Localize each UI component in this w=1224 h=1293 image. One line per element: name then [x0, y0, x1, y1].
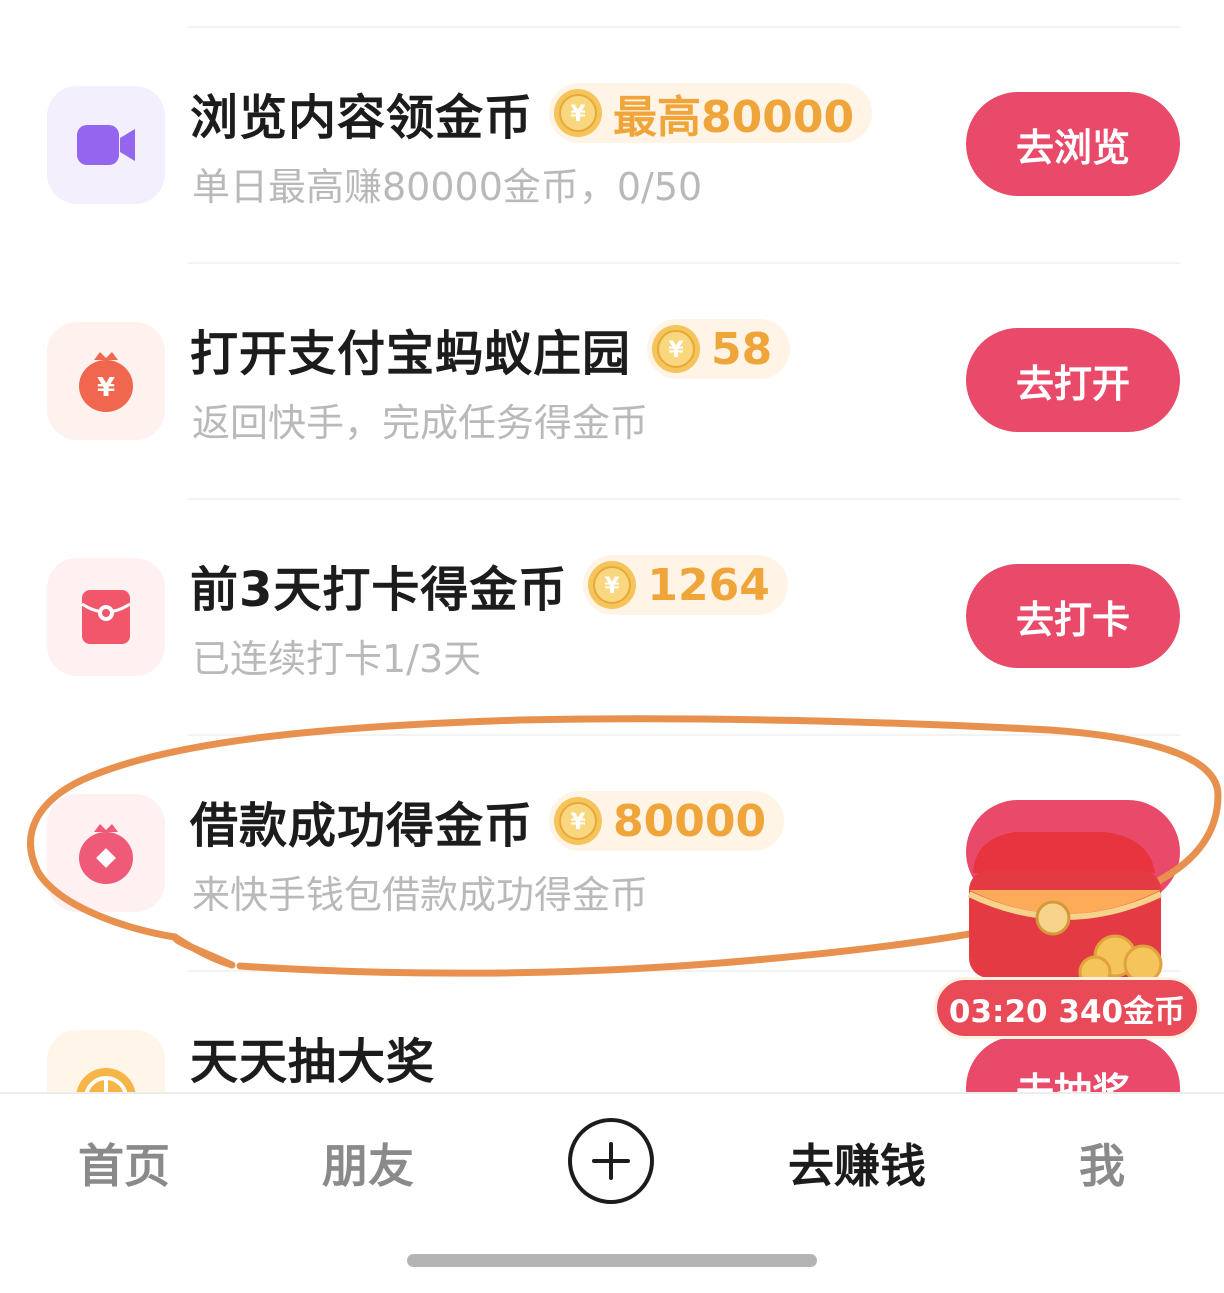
money-bag-icon: ¥: [47, 322, 165, 440]
task-description: 来快手钱包借款成功得金币: [192, 873, 649, 917]
task-item-checkin[interactable]: 前3天打卡得金币 ¥ 1264 已连续打卡1/3天 去打卡: [0, 500, 1224, 736]
nav-home[interactable]: 首页: [78, 1130, 170, 1196]
reward-badge: ¥ 58: [647, 319, 791, 379]
browse-button[interactable]: 去浏览: [966, 92, 1180, 196]
svg-text:¥: ¥: [97, 373, 115, 403]
task-title: 浏览内容领金币: [190, 90, 534, 146]
treasure-chest-icon[interactable]: [955, 818, 1179, 988]
task-description: 单日最高赚80000金币，0/50: [192, 165, 703, 209]
task-description: 已连续打卡1/3天: [192, 637, 482, 681]
reward-timer-badge[interactable]: 03:20 340金币: [934, 977, 1200, 1039]
reward-amount: 1264: [647, 559, 770, 611]
red-envelope-icon: [47, 558, 165, 676]
checkin-button[interactable]: 去打卡: [966, 564, 1180, 668]
reward-badge: ¥ 1264: [583, 555, 788, 615]
svg-text:¥: ¥: [668, 338, 684, 363]
nav-me[interactable]: 我: [1079, 1130, 1125, 1196]
wallet-bag-icon: [47, 794, 165, 912]
nav-earn-money[interactable]: 去赚钱: [788, 1130, 926, 1196]
task-title: 打开支付宝蚂蚁庄园: [190, 326, 632, 382]
home-indicator[interactable]: [407, 1254, 817, 1267]
gold-coin-icon: ¥: [554, 89, 603, 137]
task-title: 前3天打卡得金币: [190, 562, 568, 618]
reward-amount: 58: [711, 323, 773, 375]
task-title: 借款成功得金币: [190, 798, 534, 854]
open-button[interactable]: 去打开: [966, 328, 1180, 432]
gold-coin-icon: ¥: [588, 561, 637, 609]
reward-badge: ¥ 80000: [549, 791, 785, 851]
nav-friends[interactable]: 朋友: [322, 1130, 414, 1196]
lottery-button[interactable]: 去抽奖: [966, 1036, 1180, 1092]
create-button[interactable]: [568, 1118, 654, 1204]
lottery-wheel-icon: [47, 1030, 165, 1092]
reward-badge: ¥ 最高80000: [549, 83, 873, 143]
svg-text:¥: ¥: [570, 102, 586, 127]
reward-amount: 最高80000: [613, 92, 855, 143]
plus-icon: [592, 1142, 630, 1180]
svg-text:¥: ¥: [605, 574, 621, 599]
reward-amount: 80000: [613, 795, 767, 847]
gold-coin-icon: ¥: [554, 797, 603, 845]
bottom-navigation: 首页 朋友 去赚钱 我: [0, 1092, 1224, 1293]
task-description: 返回快手，完成任务得金币: [192, 401, 649, 445]
task-item-browse[interactable]: 浏览内容领金币 ¥ 最高80000 单日最高赚80000金币，0/50 去浏览: [0, 28, 1224, 264]
video-camera-icon: [47, 86, 165, 204]
task-item-open-alipay[interactable]: ¥ 打开支付宝蚂蚁庄园 ¥ 58 返回快手，完成任务得金币 去打开: [0, 264, 1224, 500]
gold-coin-icon: ¥: [652, 325, 701, 373]
svg-text:¥: ¥: [570, 810, 586, 835]
task-title: 天天抽大奖: [190, 1034, 436, 1090]
